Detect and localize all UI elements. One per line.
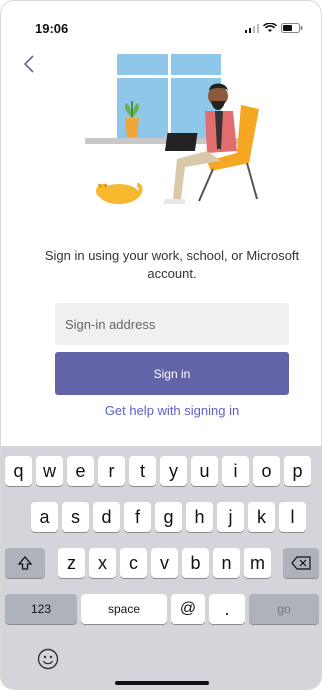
- battery-icon: [281, 23, 303, 33]
- key-s[interactable]: s: [62, 502, 89, 532]
- key-u[interactable]: u: [191, 456, 218, 486]
- numbers-key[interactable]: 123: [5, 594, 77, 624]
- key-b[interactable]: b: [182, 548, 209, 578]
- key-e[interactable]: e: [67, 456, 94, 486]
- signal-icon: [245, 23, 259, 33]
- key-m[interactable]: m: [244, 548, 271, 578]
- key-h[interactable]: h: [186, 502, 213, 532]
- key-y[interactable]: y: [160, 456, 187, 486]
- shift-icon: [17, 556, 33, 570]
- wifi-icon: [263, 23, 277, 32]
- key-g[interactable]: g: [155, 502, 182, 532]
- keyboard-row-1: q w e r t y u i o p: [1, 456, 321, 486]
- backspace-icon: [291, 556, 311, 570]
- status-icons: [245, 23, 303, 33]
- shift-key[interactable]: [5, 548, 45, 578]
- key-o[interactable]: o: [253, 456, 280, 486]
- key-x[interactable]: x: [89, 548, 116, 578]
- key-n[interactable]: n: [213, 548, 240, 578]
- key-i[interactable]: i: [222, 456, 249, 486]
- key-t[interactable]: t: [129, 456, 156, 486]
- key-r[interactable]: r: [98, 456, 125, 486]
- key-j[interactable]: j: [217, 502, 244, 532]
- status-time: 19:06: [35, 21, 69, 36]
- keyboard-row-2: a s d f g h j k l: [1, 502, 321, 532]
- keyboard-row-3: z x c v b n m: [1, 548, 321, 578]
- go-key[interactable]: go: [249, 594, 319, 624]
- phone-screen: 19:06 Sign in using your work, school, o…: [0, 0, 322, 690]
- space-key[interactable]: space: [81, 594, 167, 624]
- key-a[interactable]: a: [31, 502, 58, 532]
- key-f[interactable]: f: [124, 502, 151, 532]
- key-v[interactable]: v: [151, 548, 178, 578]
- status-bar: 19:06: [1, 1, 321, 41]
- key-q[interactable]: q: [5, 456, 32, 486]
- help-signing-in-link[interactable]: Get help with signing in: [55, 403, 289, 418]
- on-screen-keyboard: q w e r t y u i o p a s d f g h j k l z …: [1, 446, 321, 689]
- key-l[interactable]: l: [279, 502, 306, 532]
- person-at-desk-illustration: [85, 54, 259, 204]
- key-z[interactable]: z: [58, 548, 85, 578]
- key-w[interactable]: w: [36, 456, 63, 486]
- dot-key[interactable]: .: [209, 594, 245, 624]
- home-indicator: [115, 681, 209, 685]
- key-d[interactable]: d: [93, 502, 120, 532]
- key-p[interactable]: p: [284, 456, 311, 486]
- key-k[interactable]: k: [248, 502, 275, 532]
- signin-button[interactable]: Sign in: [55, 352, 289, 395]
- keyboard-row-4: 123 space @ . go: [1, 594, 321, 624]
- key-c[interactable]: c: [120, 548, 147, 578]
- emoji-icon[interactable]: [37, 648, 59, 670]
- chevron-left-icon[interactable]: [19, 53, 41, 75]
- at-key[interactable]: @: [171, 594, 205, 624]
- signin-message: Sign in using your work, school, or Micr…: [44, 248, 300, 281]
- delete-key[interactable]: [283, 548, 319, 578]
- signin-address-input[interactable]: [55, 303, 289, 345]
